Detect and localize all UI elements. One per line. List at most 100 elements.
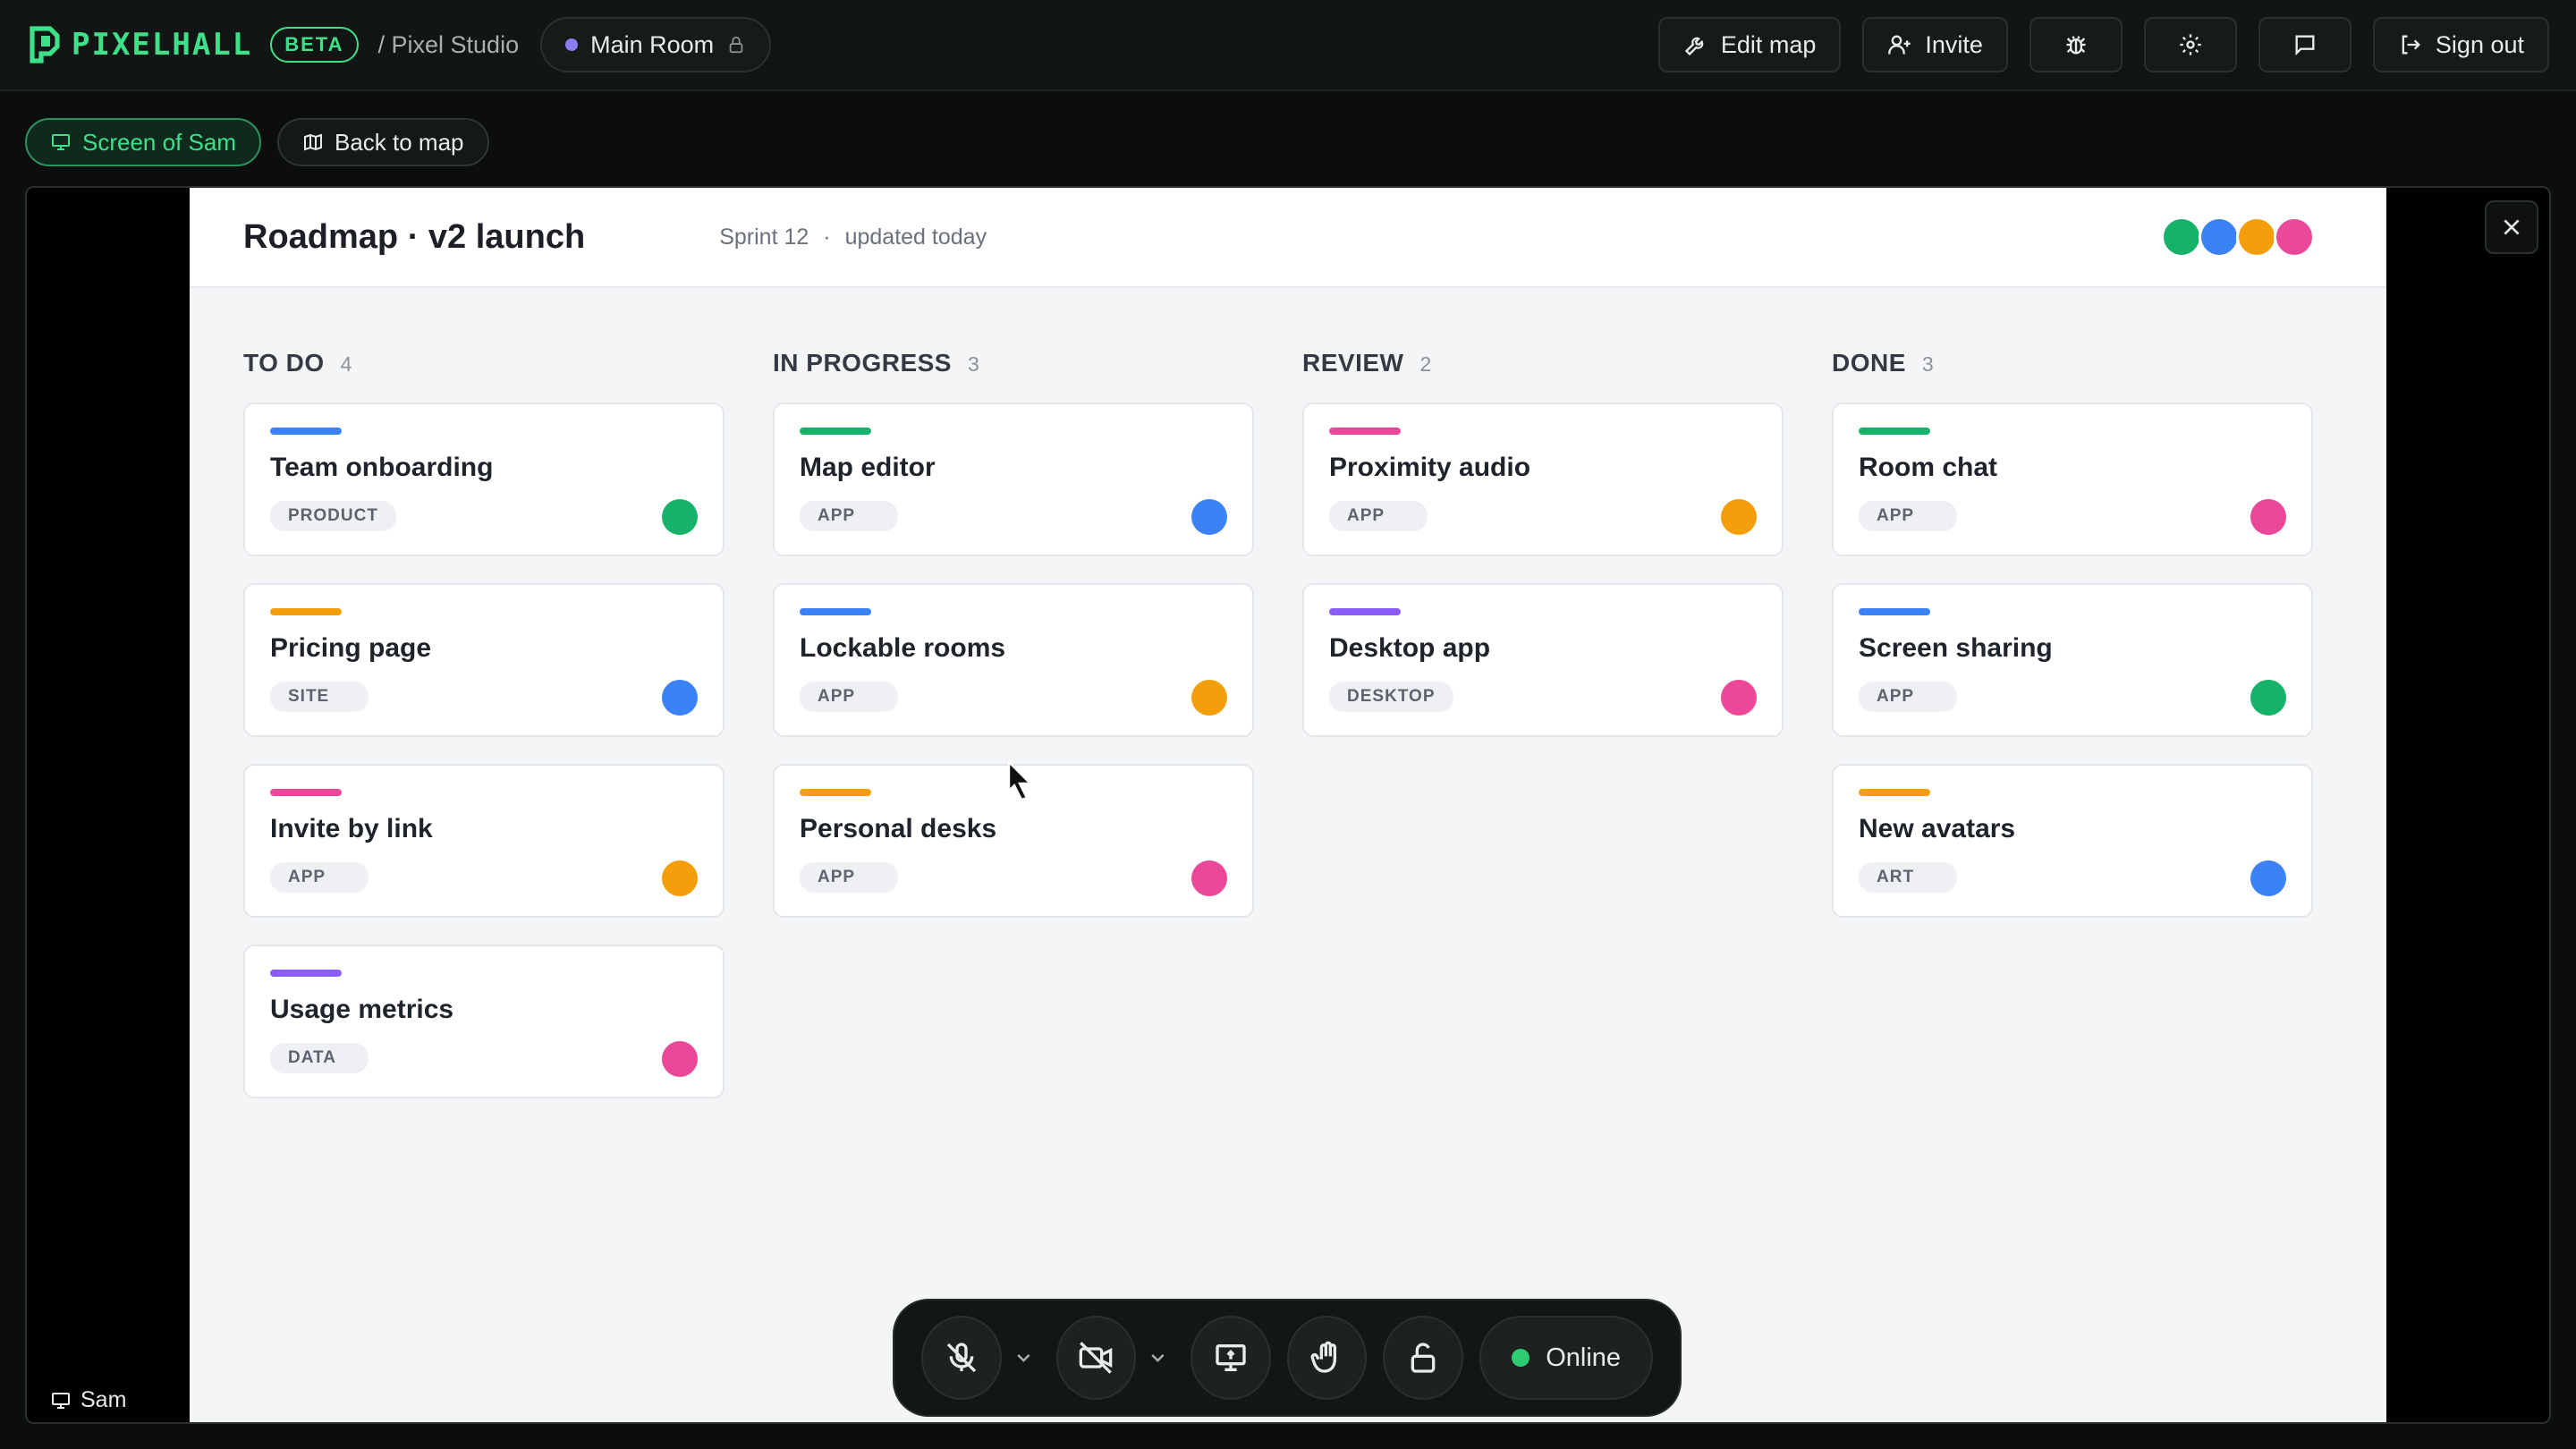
board-column: REVIEW 2 Proximity audio APP Desktop app DESK…	[1302, 349, 1784, 1125]
chat-icon	[2295, 35, 2315, 56]
board-title: Roadmap · v2 launch	[243, 217, 586, 256]
room-name: Main Room	[590, 30, 715, 58]
assignee-avatar	[1721, 680, 1757, 716]
assignee-avatar	[2250, 499, 2286, 535]
assignee-avatar	[1191, 860, 1227, 896]
card-tag: PRODUCT	[270, 501, 396, 531]
monitor-icon	[52, 1392, 70, 1409]
card-tag: APP	[800, 682, 898, 712]
task-card[interactable]: Room chat APP	[1832, 402, 2313, 556]
task-card[interactable]: Map editor APP	[773, 402, 1254, 556]
breadcrumb[interactable]: / Pixel Studio	[378, 31, 520, 59]
assignee-avatar	[662, 860, 698, 896]
screen-of-sam-chip[interactable]: Screen of Sam	[25, 118, 261, 166]
assignee-avatar	[662, 1041, 698, 1077]
sprint-label: Sprint 12	[719, 224, 809, 250]
card-tag: APP	[270, 862, 369, 893]
column-count: 3	[967, 352, 979, 376]
task-card[interactable]: Invite by link APP	[243, 764, 724, 918]
task-card[interactable]: Team onboarding PRODUCT	[243, 402, 724, 556]
raise-hand-button[interactable]	[1286, 1316, 1368, 1400]
sign-out-button[interactable]: Sign out	[2372, 17, 2549, 72]
brand[interactable]: PIXELHALL	[27, 25, 252, 64]
map-icon	[303, 133, 322, 151]
task-card[interactable]: Usage metrics DATA	[243, 945, 724, 1098]
edit-map-button[interactable]: Edit map	[1657, 17, 1842, 72]
collaborator-avatar[interactable]	[2274, 216, 2315, 258]
chevron-down-icon[interactable]	[1147, 1346, 1169, 1369]
close-share-button[interactable]	[2485, 200, 2538, 254]
card-tag: ART	[1859, 862, 1957, 893]
column-header: IN PROGRESS 3	[773, 349, 1254, 377]
invite-button[interactable]: Invite	[1862, 17, 2008, 72]
report-bug-button[interactable]	[2029, 17, 2123, 72]
gear-icon	[2180, 34, 2201, 55]
column-count: 2	[1419, 352, 1432, 376]
presence-status-button[interactable]: Online	[1479, 1316, 1654, 1400]
task-card[interactable]: New avatars ART	[1832, 764, 2313, 918]
card-title: Team onboarding	[270, 453, 494, 482]
card-title: Desktop app	[1329, 633, 1491, 663]
chevron-down-icon[interactable]	[1013, 1346, 1035, 1369]
card-title: Personal desks	[800, 814, 997, 843]
task-card[interactable]: Proximity audio APP	[1302, 402, 1784, 556]
card-color-bar	[270, 789, 342, 796]
back-to-map-button[interactable]: Back to map	[276, 118, 489, 166]
card-tag: APP	[1329, 501, 1428, 531]
mouse-cursor-icon	[1007, 760, 1033, 800]
card-color-bar	[1329, 608, 1401, 615]
column-count: 3	[1921, 352, 1934, 376]
column-title: IN PROGRESS	[773, 349, 952, 377]
card-title: Proximity audio	[1329, 453, 1531, 482]
card-color-bar	[1859, 428, 1930, 435]
task-card[interactable]: Pricing page SITE	[243, 583, 724, 737]
share-screen-button[interactable]	[1191, 1316, 1271, 1400]
assignee-avatar	[1191, 499, 1227, 535]
board-column: IN PROGRESS 3 Map editor APP Lockable rooms A…	[773, 349, 1254, 1125]
card-title: Usage metrics	[270, 995, 454, 1024]
task-card[interactable]: Screen sharing APP	[1832, 583, 2313, 737]
card-color-bar	[800, 428, 871, 435]
add-user-icon	[1888, 35, 1911, 55]
card-color-bar	[270, 608, 342, 615]
brand-name: PIXELHALL	[72, 27, 253, 63]
room-selector[interactable]: Main Room	[540, 17, 772, 72]
microphone-toggle[interactable]	[921, 1316, 1002, 1400]
settings-button[interactable]	[2143, 17, 2237, 72]
bug-icon	[2066, 36, 2086, 55]
assignee-avatar	[1721, 499, 1757, 535]
top-bar: PIXELHALL BETA / Pixel Studio Main Room …	[0, 0, 2576, 91]
board-column: TO DO 4 Team onboarding PRODUCT Pricing page…	[243, 349, 724, 1125]
hand-icon	[1310, 1341, 1336, 1373]
presenter-name: Sam	[80, 1387, 127, 1412]
assignee-avatar	[662, 499, 698, 535]
card-color-bar	[800, 789, 871, 796]
card-color-bar	[1859, 789, 1930, 796]
collaborator-avatars	[2161, 216, 2315, 258]
mic-off-icon	[946, 1343, 977, 1373]
collaborator-avatar[interactable]	[2236, 216, 2277, 258]
card-tag: APP	[1859, 682, 1957, 712]
shared-kanban-board: Roadmap · v2 launch Sprint 12 · updated …	[190, 188, 2386, 1422]
card-title: Lockable rooms	[800, 633, 1006, 663]
column-header: DONE 3	[1832, 349, 2313, 377]
card-title: Room chat	[1859, 453, 1998, 482]
assignee-avatar	[2250, 680, 2286, 716]
card-color-bar	[800, 608, 871, 615]
task-card[interactable]: Desktop app DESKTOP	[1302, 583, 1784, 737]
media-controls: Online	[893, 1299, 1682, 1417]
assignee-avatar	[2250, 860, 2286, 896]
lock-room-button[interactable]	[1383, 1316, 1464, 1400]
chat-button[interactable]	[2258, 17, 2351, 72]
presence-status-label: Online	[1546, 1343, 1622, 1372]
sign-out-label: Sign out	[2435, 30, 2524, 58]
beta-badge: BETA	[270, 27, 359, 63]
board-column: DONE 3 Room chat APP Screen sharing APP New av…	[1832, 349, 2313, 1125]
card-tag: SITE	[270, 682, 369, 712]
collaborator-avatar[interactable]	[2199, 216, 2240, 258]
collaborator-avatar[interactable]	[2161, 216, 2202, 258]
monitor-icon	[52, 134, 70, 150]
task-card[interactable]: Lockable rooms APP	[773, 583, 1254, 737]
camera-toggle[interactable]	[1055, 1316, 1137, 1400]
column-title: REVIEW	[1302, 349, 1404, 377]
